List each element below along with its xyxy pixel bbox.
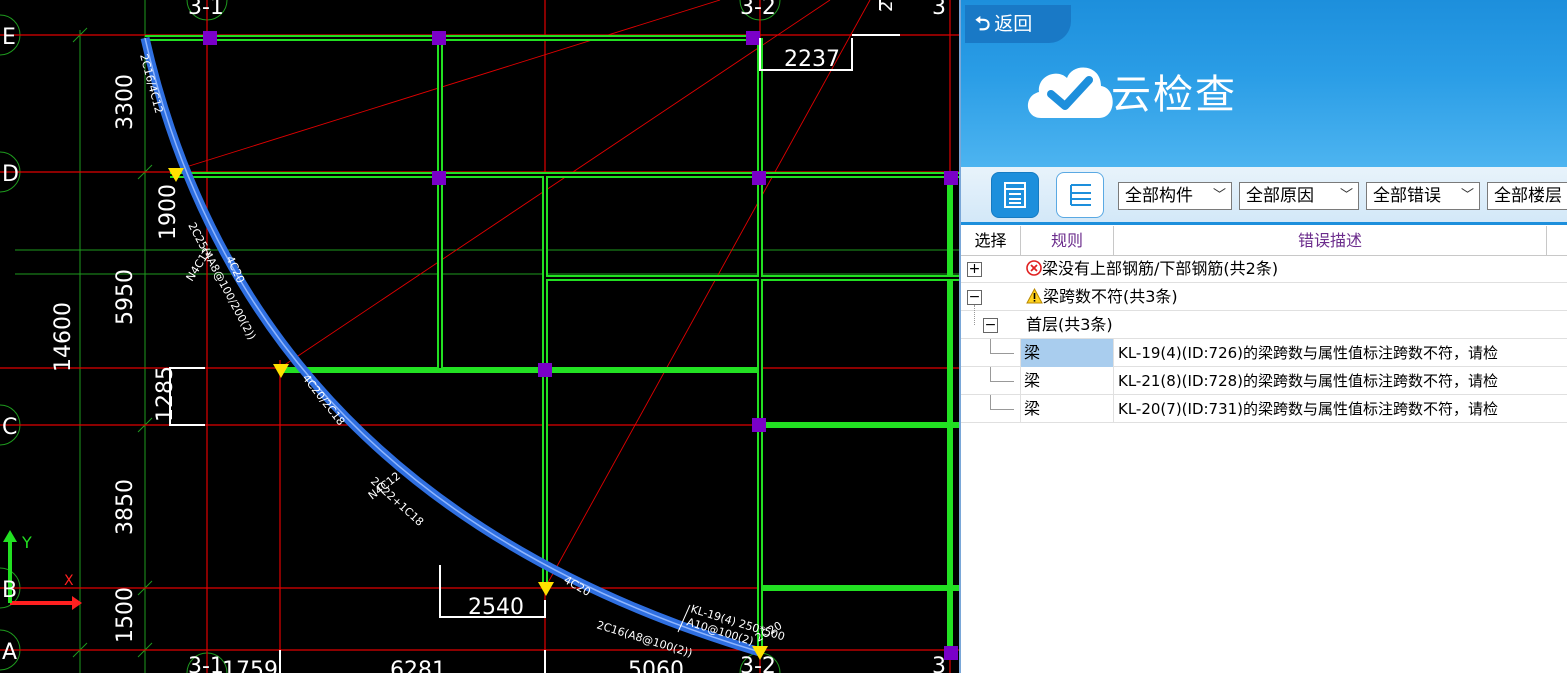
axis-label-top-3-1: 3-1 xyxy=(188,0,224,20)
axis-label-bottom-3-1: 3-1 xyxy=(188,654,224,673)
axis-label-top-3: 3 xyxy=(932,0,946,20)
dim-2237: 2237 xyxy=(784,47,840,72)
row-description: KL-19(4)(ID:726)的梁跨数与属性值标注跨数不符，请检 xyxy=(1118,344,1499,362)
tree-view-button[interactable] xyxy=(1056,172,1104,218)
axis-label-top-3-2: 3-2 xyxy=(740,0,776,20)
columns xyxy=(203,31,958,660)
dim-1500: 1500 xyxy=(113,587,138,643)
warning-icon xyxy=(1026,287,1043,304)
app-title: 云检查 xyxy=(1111,72,1237,118)
row-rule: 梁 xyxy=(1021,367,1114,395)
collapse-toggle[interactable]: − xyxy=(967,290,982,305)
ucs-x-label: X xyxy=(64,573,74,589)
tree-view-icon xyxy=(1070,184,1091,206)
beam-note-5: 4C20/2C18 xyxy=(300,372,348,428)
arc-beam[interactable] xyxy=(140,37,762,657)
floor-filter-value: 全部楼层 xyxy=(1494,186,1562,206)
axis-label-bottom-3-2: 3-2 xyxy=(740,654,776,673)
dim-5060: 5060 xyxy=(628,658,684,673)
chevron-down-icon: ﹀ xyxy=(1212,188,1226,203)
error-row[interactable]: 梁 KL-21(8)(ID:728)的梁跨数与属性值标注跨数不符，请检 xyxy=(961,367,1567,395)
error-filter-select[interactable]: 全部错误 ﹀ xyxy=(1366,182,1480,210)
axis-label-e: E xyxy=(2,25,16,50)
header-description[interactable]: 错误描述 xyxy=(1114,226,1547,255)
group-label-wrap: 梁没有上部钢筋/下部钢筋(共2条) xyxy=(1026,255,1278,283)
cad-drawing-canvas[interactable]: Y X E D C B A 3-1 3-2 3 3-1 3-2 3 3300 1… xyxy=(0,0,960,673)
axis-label-a: A xyxy=(2,640,17,665)
reason-filter-select[interactable]: 全部原因 ﹀ xyxy=(1239,182,1359,210)
dim-1900: 1900 xyxy=(156,184,181,240)
dimension-grid xyxy=(0,0,960,673)
row-rule: 梁 xyxy=(1021,395,1114,423)
row-rule: 梁 xyxy=(1021,339,1114,367)
group-label: 梁跨数不符(共3条) xyxy=(1043,287,1178,306)
panel-header: ⮌ 返回 云检查 xyxy=(961,0,1567,167)
list-view-icon xyxy=(1004,182,1026,208)
floor-filter-select[interactable]: 全部楼层 xyxy=(1487,182,1567,210)
error-filter-value: 全部错误 xyxy=(1373,186,1441,206)
list-view-button[interactable] xyxy=(991,172,1039,218)
reason-filter-value: 全部原因 xyxy=(1246,186,1314,206)
ucs-y-label: Y xyxy=(21,533,32,552)
row-tree-cell xyxy=(961,367,1021,395)
back-button-label: 返回 xyxy=(994,13,1033,35)
dim-1285: 1285 xyxy=(153,366,178,422)
dim-1759: 1759 xyxy=(222,658,278,673)
dim-top-partial: 2 xyxy=(876,1,897,12)
grid-header: 选择 规则 错误描述 xyxy=(961,226,1567,256)
cloud-check-panel: ⮌ 返回 云检查 全部构件 ﹀ 全部原因 ﹀ 全部错误 ﹀ 全部楼层 选择 规则… xyxy=(959,0,1567,673)
axis-label-c: C xyxy=(2,415,17,440)
dim-3300: 3300 xyxy=(113,74,138,130)
axis-lines xyxy=(0,0,960,673)
beam-annotations: 2C16/4C12 4C20 2C25(4A8@100/200(2)) N4C1… xyxy=(137,52,786,660)
group-label-wrap: 梁跨数不符(共3条) xyxy=(1026,283,1178,311)
row-tree-cell xyxy=(961,339,1021,367)
collapse-toggle[interactable]: − xyxy=(983,318,998,333)
row-description: KL-21(8)(ID:728)的梁跨数与属性值标注跨数不符，请检 xyxy=(1118,372,1499,390)
back-arrow-icon: ⮌ xyxy=(975,13,991,35)
component-filter-value: 全部构件 xyxy=(1125,186,1193,206)
dim-5950: 5950 xyxy=(113,269,138,325)
dim-2540: 2540 xyxy=(468,595,524,620)
chevron-down-icon: ﹀ xyxy=(1460,188,1474,203)
axis-label-b: B xyxy=(2,578,17,603)
cloud-check-icon xyxy=(1027,67,1113,118)
row-description: KL-20(7)(ID:731)的梁跨数与属性值标注跨数不符，请检 xyxy=(1118,400,1499,418)
subgroup-label: 首层(共3条) xyxy=(1026,315,1113,334)
dim-14600: 14600 xyxy=(51,302,76,372)
subgroup-row-first-floor[interactable]: − 首层(共3条) xyxy=(961,305,1567,339)
error-row[interactable]: 梁 KL-20(7)(ID:731)的梁跨数与属性值标注跨数不符，请检 xyxy=(961,395,1567,423)
header-rule[interactable]: 规则 xyxy=(1021,226,1114,255)
error-icon xyxy=(1026,260,1042,276)
axis-label-bottom-3: 3 xyxy=(932,654,946,673)
dim-3850: 3850 xyxy=(113,479,138,535)
chevron-down-icon: ﹀ xyxy=(1339,188,1353,203)
dimension-texts: 3300 1900 5950 14600 1285 3850 1500 2237… xyxy=(51,1,897,673)
axis-bubble-labels: E D C B A 3-1 3-2 3 3-1 3-2 3 xyxy=(2,0,946,673)
expand-toggle[interactable]: + xyxy=(967,262,982,277)
group-row-missing-rebar[interactable]: + 梁没有上部钢筋/下部钢筋(共2条) xyxy=(961,255,1567,283)
group-label: 梁没有上部钢筋/下部钢筋(共2条) xyxy=(1042,259,1279,278)
dim-6281: 6281 xyxy=(390,658,446,673)
filter-toolbar: 全部构件 ﹀ 全部原因 ﹀ 全部错误 ﹀ 全部楼层 xyxy=(961,167,1567,225)
component-filter-select[interactable]: 全部构件 ﹀ xyxy=(1118,182,1232,210)
header-select[interactable]: 选择 xyxy=(961,226,1021,255)
back-button[interactable]: ⮌ 返回 xyxy=(965,5,1071,43)
group-row-span-mismatch[interactable]: − 梁跨数不符(共3条) xyxy=(961,283,1567,311)
error-row[interactable]: 梁 KL-19(4)(ID:726)的梁跨数与属性值标注跨数不符，请检 xyxy=(961,339,1567,367)
row-tree-cell xyxy=(961,395,1021,423)
axis-label-d: D xyxy=(2,162,19,187)
